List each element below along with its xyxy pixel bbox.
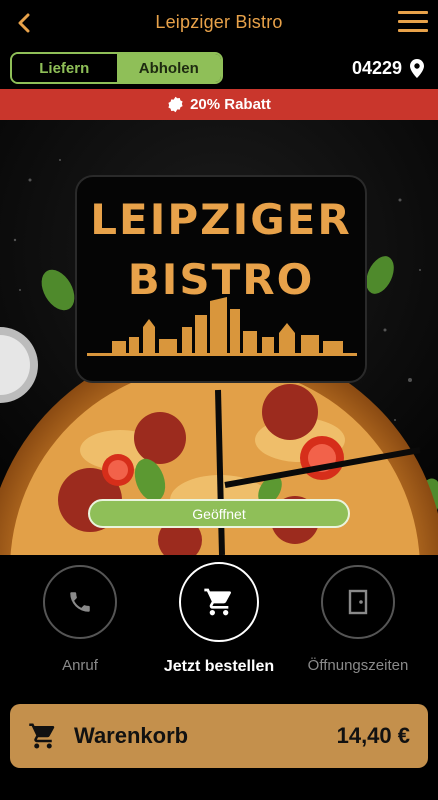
badge-icon [168,96,183,113]
logo-text-line1: LEIPZIGER [90,195,352,244]
discount-banner[interactable]: 20% Rabatt [0,89,438,120]
delivery-mode-toggle: Liefern Abholen [10,52,223,84]
status-badge: Geöffnet [88,499,350,528]
zip-code: 04229 [351,57,402,78]
mode-option-liefern[interactable]: Liefern [12,54,117,82]
page-title: Leipziger Bistro [155,12,283,32]
call-circle [43,565,117,639]
hero-banner: LEIPZIGER BISTRO Geöffnet [0,120,438,555]
cart-button[interactable]: Warenkorb 14,40 € [10,704,428,768]
restaurant-logo: LEIPZIGER BISTRO [75,175,367,383]
opening-hours-circle [321,565,395,639]
hamburger-menu-icon[interactable] [398,11,430,35]
quick-actions: Anruf Jetzt bestellen Öffnungszeiten [0,555,438,690]
order-now-circle [179,562,259,642]
phone-icon [70,592,90,612]
zip-code-selector[interactable]: 04229 [352,57,424,79]
order-now-label: Jetzt bestellen [163,658,275,675]
cart-total: 14,40 € [336,723,410,748]
map-pin-icon [410,58,424,78]
mode-option-abholen[interactable]: Abholen [116,54,221,82]
city-skyline-graphic [87,297,357,356]
cart-icon [204,588,232,616]
call-button[interactable]: Anruf [10,565,150,674]
discount-text: 20% Rabatt [190,96,271,113]
call-label: Anruf [62,657,98,674]
door-icon [348,589,368,615]
cart-icon [29,723,55,749]
order-now-button[interactable]: Jetzt bestellen [149,562,289,676]
app-header: Leipziger Bistro [0,0,438,46]
cart-label: Warenkorb [74,723,189,748]
opening-hours-button[interactable]: Öffnungszeiten [288,565,428,674]
opening-hours-label: Öffnungszeiten [307,657,409,674]
